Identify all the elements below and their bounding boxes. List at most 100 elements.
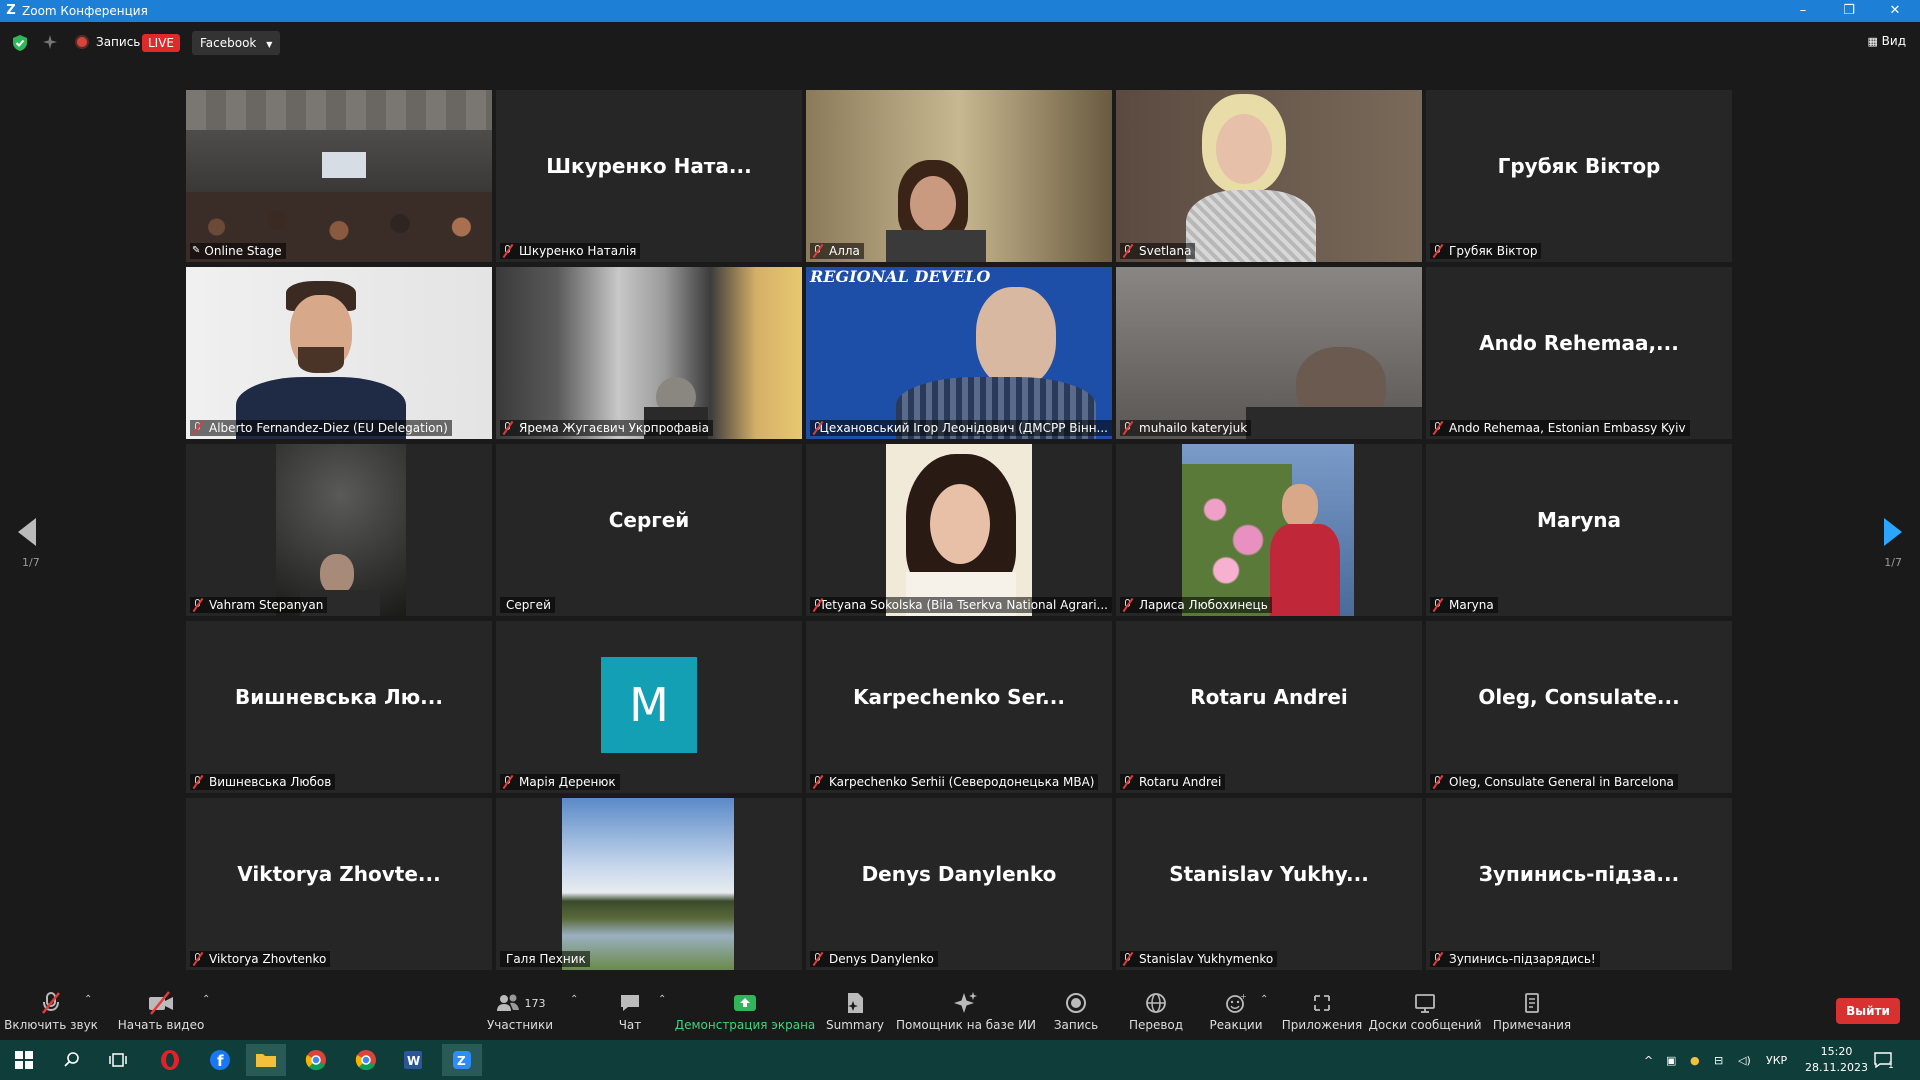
- ai-sparkle-icon[interactable]: [42, 34, 58, 50]
- microphone-muted-icon: [1432, 421, 1444, 435]
- reactions-button[interactable]: + Реакции: [1206, 980, 1266, 1040]
- chat-caret-icon[interactable]: ⌃: [658, 994, 666, 1005]
- whiteboards-label: Доски сообщений: [1368, 1018, 1482, 1032]
- participant-tile[interactable]: Vahram Stepanyan: [186, 444, 492, 616]
- facebook-app-icon[interactable]: f: [200, 1044, 240, 1076]
- participant-name-label: Maryna: [1430, 597, 1498, 613]
- participant-tile[interactable]: Сергей Сергей: [496, 444, 802, 616]
- record-button[interactable]: Запись: [1046, 980, 1106, 1040]
- participant-tile[interactable]: Алла: [806, 90, 1112, 262]
- chrome-profile-icon[interactable]: [346, 1044, 386, 1076]
- participant-tile[interactable]: Лариса Любохинець: [1116, 444, 1422, 616]
- participant-name-label: Галя Пехник: [500, 951, 590, 967]
- participant-tile[interactable]: Ando Rehemaa,... Ando Rehemaa, Estonian E…: [1426, 267, 1732, 439]
- participant-tile[interactable]: M Марія Деренюк: [496, 621, 802, 793]
- unmute-button[interactable]: Включить звук: [4, 980, 98, 1040]
- leave-button[interactable]: Выйти: [1836, 998, 1900, 1024]
- next-page-arrow-icon[interactable]: [1884, 518, 1902, 546]
- microphone-muted-icon: [812, 598, 819, 612]
- previous-page-arrow-icon[interactable]: [18, 518, 36, 546]
- reactions-caret-icon[interactable]: ⌃: [1260, 994, 1268, 1005]
- zoom-taskbar-icon[interactable]: Z: [442, 1044, 482, 1076]
- participant-display-name: Karpechenko Ser...: [853, 685, 1065, 709]
- participant-tile[interactable]: Karpechenko Ser... Karpechenko Serhii (Се…: [806, 621, 1112, 793]
- close-button[interactable]: ✕: [1875, 0, 1915, 22]
- system-clock[interactable]: 15:20 28.11.2023: [1805, 1044, 1868, 1076]
- search-icon[interactable]: [52, 1044, 92, 1076]
- participant-display-name: Viktorya Zhovte...: [237, 862, 441, 886]
- page-indicator-right: 1/7: [1884, 556, 1902, 569]
- participants-caret-icon[interactable]: ⌃: [570, 994, 578, 1005]
- microphone-muted-icon: [1432, 598, 1444, 612]
- tray-overflow-icon[interactable]: ^: [1644, 1040, 1653, 1080]
- clock-time: 15:20: [1820, 1045, 1853, 1058]
- participant-tile[interactable]: Oleg, Consulate... Oleg, Consulate Genera…: [1426, 621, 1732, 793]
- notifications-icon[interactable]: 1: [1874, 1040, 1894, 1080]
- keyboard-language[interactable]: УКР: [1766, 1040, 1787, 1080]
- participants-label: Участники: [486, 1018, 554, 1032]
- participant-tile[interactable]: ✎ Online Stage: [186, 90, 492, 262]
- participants-count: 173: [524, 996, 546, 1010]
- participant-tile[interactable]: Ярема Жугаєвич Укрпрофавіа: [496, 267, 802, 439]
- participant-name: Oleg, Consulate General in Barcelona: [1449, 775, 1674, 789]
- share-screen-button[interactable]: Демонстрация экрана: [675, 980, 815, 1040]
- opera-browser-icon[interactable]: [150, 1044, 190, 1076]
- volume-icon[interactable]: ◁): [1738, 1040, 1751, 1080]
- ai-companion-button[interactable]: Помощник на базе ИИ: [896, 980, 1036, 1040]
- participant-name: Сергей: [506, 598, 551, 612]
- participant-tile[interactable]: Зупинись-підза... Зупинись-підзарядись!: [1426, 798, 1732, 970]
- participant-name-label: Vahram Stepanyan: [190, 597, 328, 613]
- participant-tile[interactable]: Alberto Fernandez-Diez (EU Delegation): [186, 267, 492, 439]
- tray-app-icon[interactable]: ▣: [1666, 1040, 1676, 1080]
- participant-tile[interactable]: Галя Пехник: [496, 798, 802, 970]
- tray-status-icon[interactable]: ●: [1690, 1040, 1700, 1080]
- participant-name-label: muhailo kateryjuk: [1120, 420, 1252, 436]
- participant-tile[interactable]: REGIONAL DEVELO Цехановський Ігор Леонідо…: [806, 267, 1112, 439]
- participants-button[interactable]: 173 Участники: [480, 980, 560, 1040]
- stream-target-dropdown[interactable]: Facebook ▼: [192, 31, 281, 55]
- word-icon[interactable]: W: [393, 1044, 433, 1076]
- windows-start-icon[interactable]: [4, 1044, 44, 1076]
- minimize-button[interactable]: –: [1783, 0, 1823, 22]
- participant-tile[interactable]: Вишневська Лю... Вишневська Любов: [186, 621, 492, 793]
- microphone-muted-icon: [192, 775, 204, 789]
- smiley-icon: +: [1216, 990, 1256, 1016]
- notes-button[interactable]: Примечания: [1490, 980, 1574, 1040]
- apps-button[interactable]: Приложения: [1282, 980, 1362, 1040]
- participant-name-label: Tetyana Sokolska (Bila Tserkva National …: [810, 597, 1112, 613]
- participant-name: Denys Danylenko: [829, 952, 934, 966]
- participant-name: Alberto Fernandez-Diez (EU Delegation): [209, 421, 448, 435]
- microphone-muted-icon: [1432, 952, 1444, 966]
- participant-tile[interactable]: Stanislav Yukhy... Stanislav Yukhymenko: [1116, 798, 1422, 970]
- translation-button[interactable]: Перевод: [1126, 980, 1186, 1040]
- chevron-down-icon: ▼: [266, 40, 273, 49]
- restore-button[interactable]: ❐: [1829, 0, 1869, 22]
- participant-tile[interactable]: Maryna Maryna: [1426, 444, 1732, 616]
- chat-button[interactable]: Чат: [600, 980, 660, 1040]
- participant-tile[interactable]: Svetlana: [1116, 90, 1422, 262]
- participant-tile[interactable]: muhailo kateryjuk: [1116, 267, 1422, 439]
- participant-tile[interactable]: Грубяк Віктор Грубяк Віктор: [1426, 90, 1732, 262]
- share-screen-label: Демонстрация экрана: [674, 1018, 816, 1032]
- view-button[interactable]: ▦ Вид: [1867, 34, 1906, 48]
- start-video-button[interactable]: Начать видео: [116, 980, 206, 1040]
- participant-tile[interactable]: Шкуренко Ната... Шкуренко Наталія: [496, 90, 802, 262]
- microphone-muted-icon: [1432, 775, 1444, 789]
- audio-options-caret-icon[interactable]: ⌃: [84, 994, 92, 1005]
- microphone-muted-icon: [502, 244, 514, 258]
- participant-tile[interactable]: Rotaru Andrei Rotaru Andrei: [1116, 621, 1422, 793]
- whiteboards-button[interactable]: Доски сообщений: [1368, 980, 1482, 1040]
- participant-name: Online Stage: [204, 244, 282, 258]
- participant-tile[interactable]: Viktorya Zhovte... Viktorya Zhovtenko: [186, 798, 492, 970]
- participant-tile[interactable]: Denys Danylenko Denys Danylenko: [806, 798, 1112, 970]
- video-options-caret-icon[interactable]: ⌃: [202, 994, 210, 1005]
- network-icon[interactable]: ⊟: [1714, 1040, 1723, 1080]
- file-explorer-icon[interactable]: [246, 1044, 286, 1076]
- security-shield-icon[interactable]: [12, 34, 28, 52]
- apps-label: Приложения: [1281, 1018, 1363, 1032]
- summary-button[interactable]: Summary: [820, 980, 890, 1040]
- task-view-icon[interactable]: [98, 1044, 138, 1076]
- recording-label[interactable]: Запись: [96, 35, 140, 49]
- participant-tile[interactable]: Tetyana Sokolska (Bila Tserkva National …: [806, 444, 1112, 616]
- chrome-icon[interactable]: [296, 1044, 336, 1076]
